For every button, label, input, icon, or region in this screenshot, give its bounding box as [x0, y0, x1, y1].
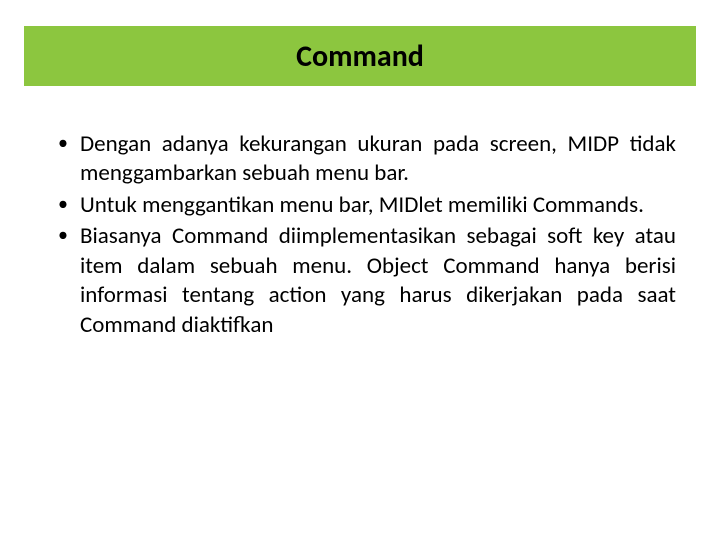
bullet-item: Dengan adanya kekurangan ukuran pada scr…	[54, 130, 676, 189]
content-area: Dengan adanya kekurangan ukuran pada scr…	[54, 130, 676, 342]
slide-title: Command	[296, 38, 424, 75]
bullet-item: Untuk menggantikan menu bar, MIDlet memi…	[54, 191, 676, 220]
bullet-list: Dengan adanya kekurangan ukuran pada scr…	[54, 130, 676, 340]
slide: Command Dengan adanya kekurangan ukuran …	[0, 0, 720, 540]
title-band: Command	[24, 26, 696, 86]
bullet-item: Biasanya Command diimplementasikan sebag…	[54, 222, 676, 340]
